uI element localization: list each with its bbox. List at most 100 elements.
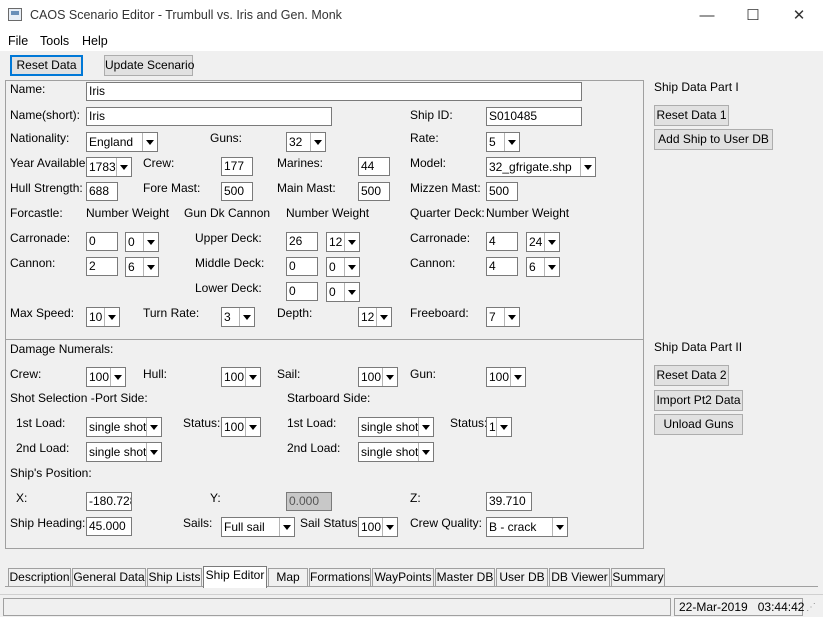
menu-tools[interactable]: Tools: [40, 34, 69, 48]
number-weight-header: Number Weight: [86, 206, 170, 220]
quarter-cannon-label: Cannon:: [410, 256, 456, 270]
tab-db-viewer[interactable]: DB Viewer: [549, 568, 610, 586]
damage-gun-select[interactable]: 100: [486, 367, 526, 387]
hull-strength-field[interactable]: 688: [86, 182, 118, 201]
tab-ship-lists[interactable]: Ship Lists: [147, 568, 202, 586]
middle-deck-number[interactable]: 0: [286, 257, 318, 276]
rate-select[interactable]: 5: [486, 132, 520, 152]
chevron-down-icon: [344, 283, 359, 301]
chevron-down-icon: [116, 158, 131, 176]
tab-description[interactable]: Description: [8, 568, 71, 586]
damage-crew-select[interactable]: 100: [86, 367, 126, 387]
tab-summary[interactable]: Summary: [611, 568, 665, 586]
close-icon[interactable]: ✕: [776, 0, 822, 31]
year-select[interactable]: 1783: [86, 157, 132, 177]
update-scenario-button[interactable]: Update Scenario: [104, 55, 194, 76]
chevron-down-icon: [496, 418, 511, 436]
tab-strip-border: [5, 586, 818, 587]
chevron-down-icon: [382, 518, 397, 536]
shot-selection-label: Shot Selection -: [10, 391, 95, 405]
nationality-select[interactable]: England: [86, 132, 158, 152]
quarter-carronade-label: Carronade:: [410, 231, 471, 245]
tab-waypoints[interactable]: WayPoints: [372, 568, 434, 586]
z-field[interactable]: 39.710: [486, 492, 532, 511]
guns-select[interactable]: 32: [286, 132, 326, 152]
sail-status-label: Sail Status:: [300, 516, 361, 530]
quarter-carronade-weight[interactable]: 24: [526, 232, 560, 252]
sails-select[interactable]: Full sail: [221, 517, 295, 537]
max-speed-select[interactable]: 10: [86, 307, 120, 327]
quarter-cannon-number[interactable]: 4: [486, 257, 518, 276]
x-field[interactable]: -180.728: [86, 492, 132, 511]
tab-user-db[interactable]: User DB: [496, 568, 548, 586]
quarter-cannon-weight[interactable]: 6: [526, 257, 560, 277]
reset-data-1-button[interactable]: Reset Data 1: [654, 105, 729, 126]
tab-master-db[interactable]: Master DB: [435, 568, 495, 586]
reset-data-2-button[interactable]: Reset Data 2: [654, 365, 729, 386]
upper-deck-weight[interactable]: 12: [326, 232, 360, 252]
quarter-carronade-number[interactable]: 4: [486, 232, 518, 251]
quarter-carronade-weight-value: 24: [529, 235, 543, 249]
minimize-icon[interactable]: —: [684, 0, 730, 31]
name-short-field[interactable]: Iris: [86, 107, 332, 126]
damage-crew-value: 100: [89, 370, 110, 384]
port-status-select[interactable]: 100: [221, 417, 261, 437]
maximize-icon[interactable]: ☐: [730, 0, 776, 31]
ship-id-field[interactable]: S010485: [486, 107, 582, 126]
add-ship-button[interactable]: Add Ship to User DB: [654, 129, 773, 150]
hull-strength-label: Hull Strength:: [10, 181, 83, 195]
main-mast-label: Main Mast:: [277, 181, 336, 195]
tab-formations[interactable]: Formations: [309, 568, 371, 586]
damage-sail-value: 100: [361, 370, 382, 384]
part2-title: Ship Data Part II: [654, 340, 743, 354]
model-select[interactable]: 32_gfrigate.shp: [486, 157, 596, 177]
tab-general-data[interactable]: General Data: [72, 568, 146, 586]
sail-status-select[interactable]: 100: [358, 517, 398, 537]
mizzen-mast-field[interactable]: 500: [486, 182, 518, 201]
middle-deck-weight[interactable]: 0: [326, 257, 360, 277]
import-pt2-button[interactable]: Import Pt2 Data: [654, 390, 743, 411]
starboard-load2-select[interactable]: single shot: [358, 442, 434, 462]
port-load1-select[interactable]: single shot: [86, 417, 162, 437]
rate-label: Rate:: [410, 131, 439, 145]
forcastle-cannon-number[interactable]: 2: [86, 257, 118, 276]
lower-deck-weight[interactable]: 0: [326, 282, 360, 302]
reset-data-button[interactable]: Reset Data: [10, 55, 83, 76]
port-load1-value: single shot: [89, 420, 147, 434]
marines-field[interactable]: 44: [358, 157, 390, 176]
lower-deck-number[interactable]: 0: [286, 282, 318, 301]
name-field[interactable]: Iris: [86, 82, 582, 101]
depth-select[interactable]: 12: [358, 307, 392, 327]
fore-mast-field[interactable]: 500: [221, 182, 253, 201]
forcastle-carronade-weight[interactable]: 0: [125, 232, 159, 252]
port-load2-select[interactable]: single shot: [86, 442, 162, 462]
tab-map[interactable]: Map: [268, 568, 308, 586]
crew-field[interactable]: 177: [221, 157, 253, 176]
freeboard-select[interactable]: 7: [486, 307, 520, 327]
damage-gun-value: 100: [489, 370, 510, 384]
crew-quality-select[interactable]: B - crack: [486, 517, 568, 537]
damage-hull-select[interactable]: 100: [221, 367, 261, 387]
menu-file[interactable]: File: [8, 34, 28, 48]
turn-rate-select[interactable]: 3: [221, 307, 255, 327]
resize-grip-icon[interactable]: ⋰: [806, 601, 820, 615]
damage-sail-select[interactable]: 100: [358, 367, 398, 387]
ship-heading-field[interactable]: 45.000: [86, 517, 132, 536]
unload-guns-button[interactable]: Unload Guns: [654, 414, 743, 435]
model-label: Model:: [410, 156, 447, 170]
forcastle-cannon-weight[interactable]: 6: [125, 257, 159, 277]
quarter-cannon-weight-value: 6: [529, 260, 536, 274]
status-date: 22-Mar-2019: [679, 600, 748, 614]
menu-help[interactable]: Help: [82, 34, 108, 48]
starboard-load1-select[interactable]: single shot: [358, 417, 434, 437]
middle-deck-label: Middle Deck:: [195, 256, 265, 270]
upper-deck-number[interactable]: 26: [286, 232, 318, 251]
y-label: Y:: [210, 491, 221, 505]
title-bar: CAOS Scenario Editor - Trumbull vs. Iris…: [0, 0, 823, 31]
forcastle-carronade-number[interactable]: 0: [86, 232, 118, 251]
starboard-status-select[interactable]: 100: [486, 417, 512, 437]
tab-ship-editor[interactable]: Ship Editor: [203, 566, 267, 588]
forcastle-cannon-label: Cannon:: [10, 256, 56, 270]
app-icon: [8, 8, 22, 21]
main-mast-field[interactable]: 500: [358, 182, 390, 201]
